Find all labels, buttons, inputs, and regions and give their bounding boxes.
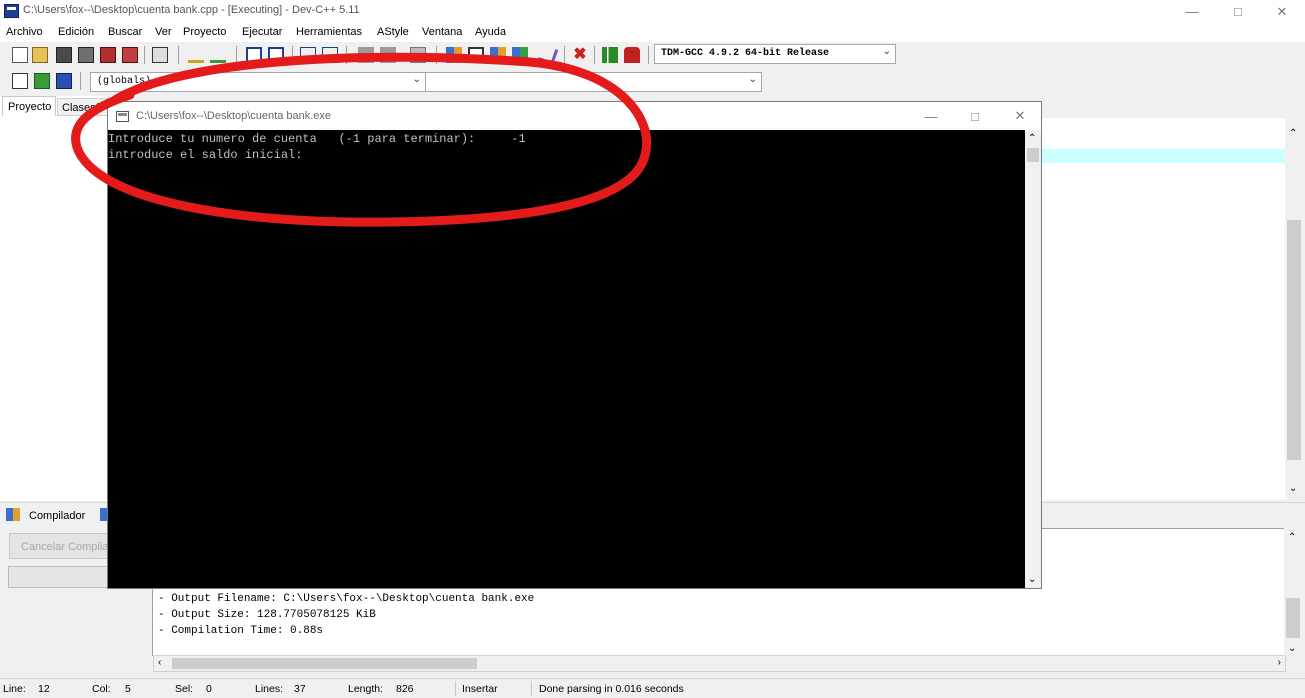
window-title: C:\Users\fox--\Desktop\cuenta bank.cpp -… [23, 4, 360, 16]
status-length: 826 [396, 683, 414, 695]
delete-profile-icon[interactable] [624, 47, 640, 63]
find-icon[interactable] [246, 47, 262, 63]
chevron-down-icon[interactable]: ⌄ [1288, 643, 1296, 654]
console-title: C:\Users\fox--\Desktop\cuenta bank.exe [136, 110, 332, 122]
console-title-bar: C:\Users\fox--\Desktop\cuenta bank.exe —… [108, 102, 1041, 130]
menu-buscar[interactable]: Buscar [108, 26, 142, 38]
save-all-icon[interactable] [78, 47, 94, 63]
status-sel: 0 [206, 683, 212, 695]
status-bar: Line: 12 Col: 5 Sel: 0 Lines: 37 Length:… [0, 678, 1305, 698]
tab-clases[interactable]: Clases (F [57, 98, 108, 116]
scope-select[interactable]: (globals) ⌄ [90, 72, 426, 92]
syntax-check-icon[interactable] [537, 44, 559, 66]
bookmark-icon[interactable] [322, 47, 338, 63]
console-line: Introduce tu numero de cuenta (-1 para t… [108, 132, 526, 146]
chevron-up-icon[interactable]: ⌃ [1289, 128, 1297, 139]
compiler-tab-icon [6, 508, 20, 521]
close-all-icon[interactable] [122, 47, 138, 63]
current-line-highlight [1040, 149, 1285, 163]
chevron-up-icon[interactable]: ⌃ [1028, 133, 1036, 144]
maximize-button[interactable]: □ [1215, 0, 1261, 23]
remove-from-project-icon[interactable] [56, 73, 72, 89]
menu-astyle[interactable]: AStyle [377, 26, 409, 38]
status-message: Done parsing in 0.016 seconds [539, 683, 684, 695]
symbol-select[interactable]: ⌄ [425, 72, 762, 92]
cancel-compile-button[interactable]: Cancelar Compilación [9, 533, 109, 559]
editor-scroll-thumb[interactable] [1287, 220, 1301, 460]
console-close-button[interactable]: ✕ [997, 102, 1043, 130]
close-button[interactable]: ✕ [1259, 0, 1305, 23]
goto-line-icon[interactable] [300, 47, 316, 63]
compiler-select[interactable]: TDM-GCC 4.9.2 64-bit Release ⌄ [654, 44, 896, 64]
console-line: introduce el saldo inicial: [108, 148, 303, 162]
secondary-toolbar: (globals) ⌄ ⌄ [0, 68, 1305, 96]
menu-archivo[interactable]: Archivo [6, 26, 43, 38]
console-scroll-thumb[interactable] [1027, 148, 1039, 162]
new-file-icon[interactable] [12, 47, 28, 63]
project-panel: Proyecto Clases (F [0, 96, 109, 501]
main-toolbar: ✖ TDM-GCC 4.9.2 64-bit Release ⌄ [0, 42, 1305, 68]
close-file-icon[interactable] [100, 47, 116, 63]
console-output[interactable]: Introduce tu numero de cuenta (-1 para t… [108, 130, 1025, 588]
log-line: - Output Filename: C:\Users\fox--\Deskto… [158, 593, 535, 605]
console-maximize-button[interactable]: □ [952, 102, 998, 130]
console-minimize-button[interactable]: — [908, 102, 954, 130]
log-line: - Output Size: 128.7705078125 KiB [158, 609, 376, 621]
devcpp-app-icon [4, 4, 19, 18]
chevron-down-icon: ⌄ [748, 75, 757, 86]
profile-icon[interactable] [602, 47, 618, 63]
console-window[interactable]: C:\Users\fox--\Desktop\cuenta bank.exe —… [107, 101, 1042, 589]
chevron-down-icon: ⌄ [882, 47, 891, 58]
tab-compilador[interactable]: Compilador [29, 510, 85, 522]
chevron-down-icon: ⌄ [412, 75, 421, 86]
add-to-project-icon[interactable] [34, 73, 50, 89]
menu-ver[interactable]: Ver [155, 26, 172, 38]
console-vertical-scrollbar[interactable]: ⌃ ⌄ [1025, 130, 1041, 588]
rebuild-all-icon[interactable] [512, 47, 528, 63]
menu-herramientas[interactable]: Herramientas [296, 26, 362, 38]
compile-icon[interactable] [446, 47, 462, 63]
menu-ventana[interactable]: Ventana [422, 26, 462, 38]
menu-edicion[interactable]: Edición [58, 26, 94, 38]
compile-progress-bar [8, 566, 109, 588]
status-col: 5 [125, 683, 131, 695]
replace-icon[interactable] [268, 47, 284, 63]
menu-ayuda[interactable]: Ayuda [475, 26, 506, 38]
chevron-down-icon[interactable]: ⌄ [1289, 483, 1297, 494]
stop-execution-icon[interactable]: ✖ [572, 47, 588, 63]
run-icon[interactable] [468, 47, 484, 63]
chevron-right-icon[interactable]: › [1278, 657, 1281, 668]
print-icon[interactable] [152, 47, 168, 63]
log-hscroll-thumb[interactable] [172, 658, 477, 669]
minimize-button[interactable]: — [1169, 0, 1215, 23]
menu-proyecto[interactable]: Proyecto [183, 26, 226, 38]
unindent-icon[interactable] [380, 47, 396, 63]
log-vscroll-thumb[interactable] [1286, 598, 1300, 638]
open-file-icon[interactable] [32, 47, 48, 63]
title-bar: C:\Users\fox--\Desktop\cuenta bank.cpp -… [0, 0, 1305, 23]
chevron-up-icon[interactable]: ⌃ [1288, 532, 1296, 543]
indent-icon[interactable] [358, 47, 374, 63]
status-line: 12 [38, 683, 50, 695]
menu-bar: Archivo Edición Buscar Ver Proyecto Ejec… [0, 23, 1305, 42]
chevron-left-icon[interactable]: ‹ [158, 657, 161, 668]
new-project-icon[interactable] [12, 73, 28, 89]
status-lines: 37 [294, 683, 306, 695]
toggle-comment-icon[interactable] [410, 47, 426, 63]
menu-ejecutar[interactable]: Ejecutar [242, 26, 282, 38]
chevron-down-icon[interactable]: ⌄ [1028, 574, 1036, 585]
redo-icon[interactable] [210, 47, 226, 63]
tab-proyecto[interactable]: Proyecto [2, 96, 56, 116]
status-insert-mode: Insertar [462, 683, 498, 695]
console-icon [116, 111, 129, 122]
save-icon[interactable] [56, 47, 72, 63]
compile-run-icon[interactable] [490, 47, 506, 63]
log-line: - Compilation Time: 0.88s [158, 625, 324, 637]
undo-icon[interactable] [188, 47, 204, 63]
